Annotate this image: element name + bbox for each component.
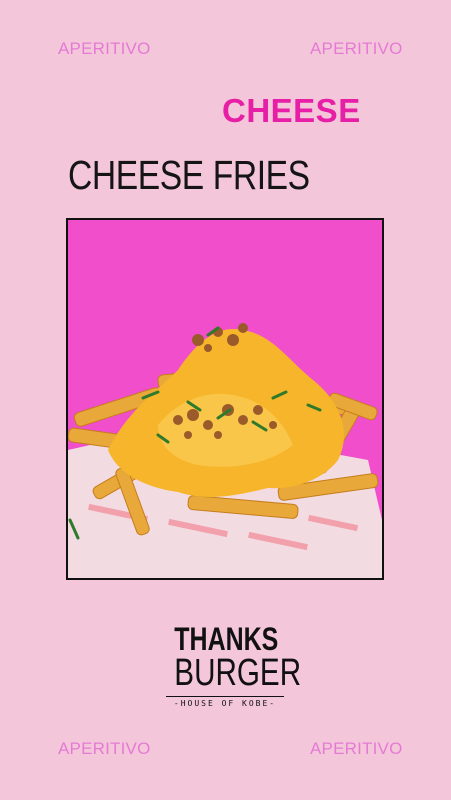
corner-label-top-left: APERITIVO — [58, 39, 151, 58]
food-photo — [66, 218, 384, 580]
brand-logo: THANKS BURGER -HOUSE OF KOBE- — [160, 621, 302, 708]
logo-line-burger: BURGER — [174, 652, 302, 694]
corner-label-bottom-right: APERITIVO — [310, 739, 403, 758]
cheese-fries-illustration — [68, 220, 382, 578]
logo-line-thanks: THANKS — [174, 621, 279, 657]
headline: CHEESE — [222, 92, 361, 129]
logo-tagline: -HOUSE OF KOBE- — [173, 699, 277, 708]
corner-label-top-right: APERITIVO — [310, 39, 403, 58]
logo-divider — [166, 696, 284, 697]
corner-label-bottom-left: APERITIVO — [58, 739, 151, 758]
page-title: CHEESE FRIES — [68, 152, 310, 198]
